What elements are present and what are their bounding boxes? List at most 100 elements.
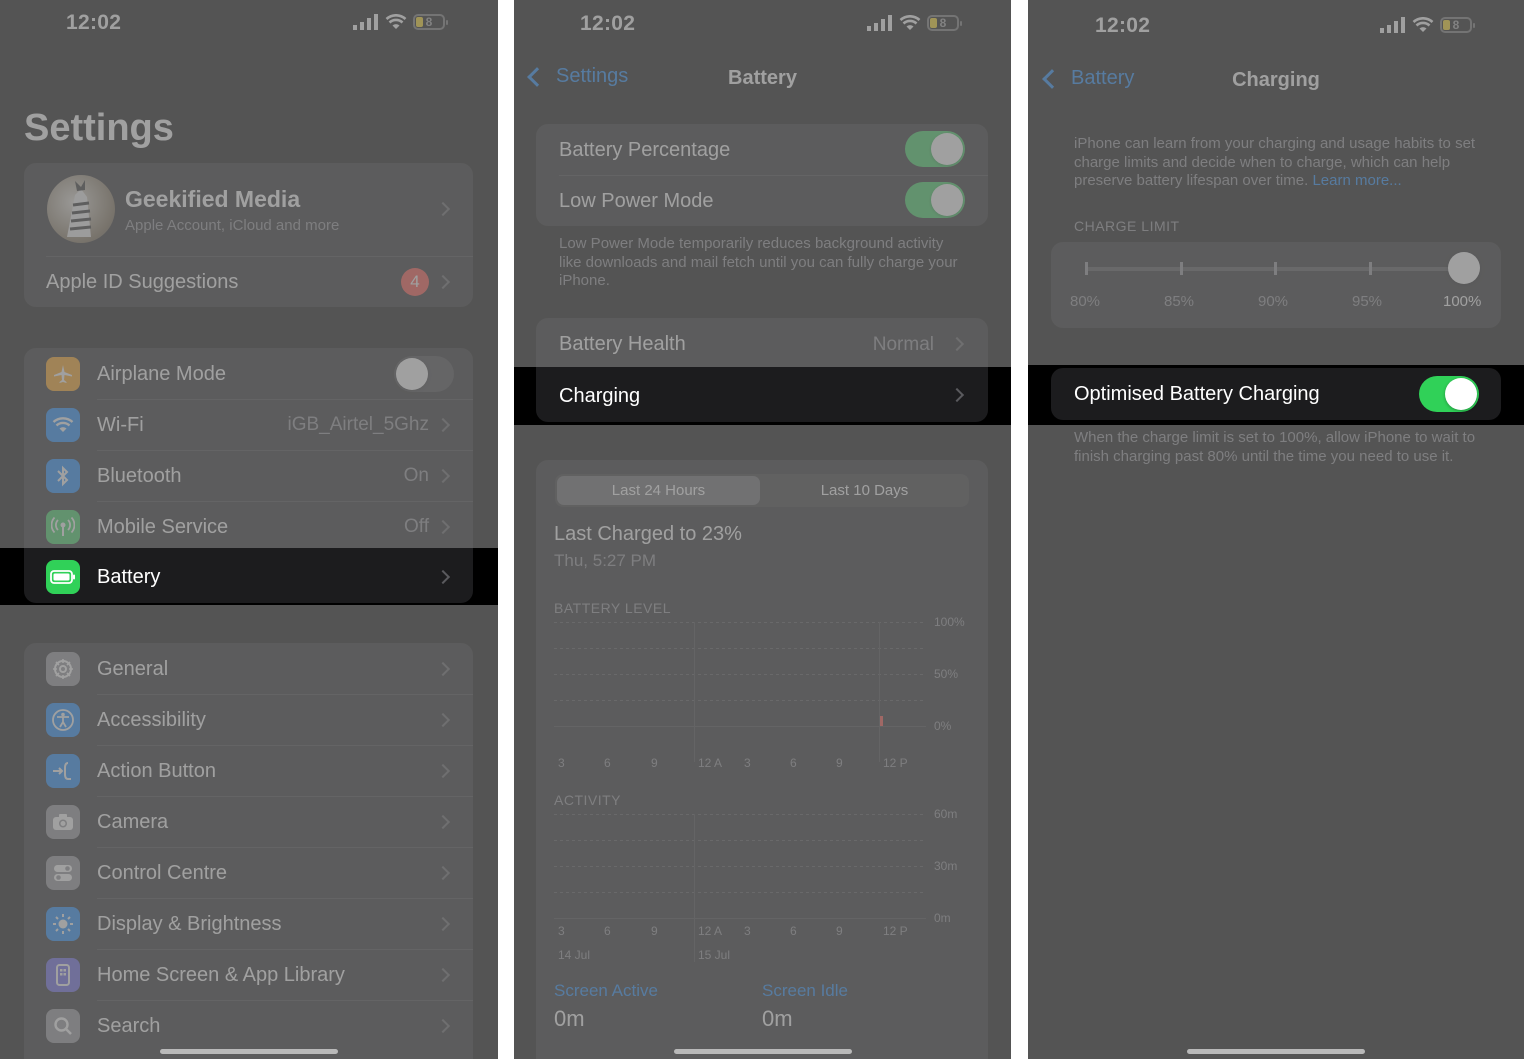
status-icons: 8 [353,14,448,30]
time-tick: 12 A [698,924,723,938]
cellular-signal-icon [353,14,378,30]
battery-percentage-row: Battery Percentage [536,124,988,175]
date-label: 15 Jul [698,948,731,962]
camera-label: Camera [97,811,169,833]
segment-last-24-hours[interactable]: Last 24 Hours [557,476,760,505]
control-centre-row[interactable]: Control Centre [24,848,473,898]
airplane-icon [46,357,80,391]
home-indicator [674,1049,852,1054]
airplane-mode-toggle[interactable] [394,356,454,392]
bluetooth-icon [46,459,80,493]
accessibility-icon [46,703,80,737]
chevron-right-icon [435,712,451,728]
airplane-mode-row[interactable]: Airplane Mode [24,348,473,399]
home-indicator [160,1049,338,1054]
chevron-right-icon [435,1018,451,1034]
wifi-label: Wi-Fi [97,414,144,436]
chevron-right-icon [435,274,451,290]
axis-label: 50% [934,667,959,681]
page-title: Settings [24,107,174,149]
gear-icon [46,652,80,686]
segment-last-10-days[interactable]: Last 10 Days [762,476,967,505]
last-charged-label: Last Charged to 23% [554,523,742,545]
battery-health-label: Battery Health [559,333,686,355]
battery-screen: 12:02 8 Settings Battery Battery Percent… [514,0,1011,1059]
charging-row[interactable]: Charging [536,367,988,422]
axis-label: 30m [934,859,958,873]
screen-active-label: Screen Active [554,981,658,1000]
home-screen-row[interactable]: Home Screen & App Library [24,950,473,1000]
optimised-charging-toggle[interactable] [1419,376,1479,412]
battery-health-row[interactable]: Battery Health Normal [536,318,988,369]
bluetooth-label: Bluetooth [97,465,182,487]
gridline [554,622,926,623]
gridline [554,840,926,841]
chevron-right-icon [435,967,451,983]
time-tick: 6 [604,756,611,770]
wifi-status-icon [385,14,407,29]
low-power-mode-toggle[interactable] [905,182,965,218]
chevron-right-icon [435,916,451,932]
axis-label: 0% [934,719,952,733]
mobile-service-label: Mobile Service [97,516,229,538]
limit-option-90: 90% [1258,293,1289,310]
zebra-avatar-icon [67,180,92,237]
screen-idle-label: Screen Idle [762,981,848,1000]
avatar [47,175,115,243]
time-tick: 6 [790,924,797,938]
profile-row[interactable]: Geekified Media Apple Account, iCloud an… [24,163,473,255]
bluetooth-row[interactable]: Bluetooth On [24,451,473,501]
charging-intro-text: iPhone can learn from your charging and … [1074,135,1476,189]
time-tick: 6 [790,756,797,770]
usage-card: Last 24 Hours Last 10 Days Last Charged … [536,460,988,1059]
charge-limit-caption: CHARGE LIMIT [1074,218,1180,234]
general-group: General Accessibility Action Button Came… [24,643,473,1059]
search-icon [46,1009,80,1043]
battery-percentage-label: Battery Percentage [559,139,731,161]
chevron-right-icon [435,814,451,830]
chevron-right-icon [435,519,451,535]
status-battery-icon: 8 [1440,17,1475,33]
time-tick: 12 P [883,924,908,938]
battery-percentage-toggle[interactable] [905,131,965,167]
time-tick: 3 [558,756,565,770]
chevron-right-icon [435,201,451,217]
low-power-note: Low Power Mode temporarily reduces backg… [559,235,958,289]
wifi-row[interactable]: Wi-Fi iGB_Airtel_5Ghz [24,400,473,450]
last-charged-time: Thu, 5:27 PM [554,551,657,570]
chevron-right-icon [435,417,451,433]
chevron-right-icon [435,661,451,677]
time-tick: 9 [651,756,658,770]
low-power-mode-row: Low Power Mode [536,176,988,226]
wifi-value: iGB_Airtel_5Ghz [287,414,429,435]
display-brightness-row[interactable]: Display & Brightness [24,899,473,949]
accessibility-row[interactable]: Accessibility [24,695,473,745]
camera-icon [46,805,80,839]
screen-idle-value: 0m [762,1006,793,1031]
notification-badge: 4 [401,268,429,296]
battery-row[interactable]: Battery [24,548,473,603]
battery-icon [46,560,80,594]
action-button-row[interactable]: Action Button [24,746,473,796]
status-time: 12:02 [66,11,122,34]
search-row[interactable]: Search [24,1001,473,1051]
learn-more-link[interactable]: Learn more... [1312,172,1401,189]
optimised-note: When the charge limit is set to 100%, al… [1074,429,1476,465]
nav-title: Battery [728,67,797,89]
profile-name: Geekified Media [125,186,301,212]
charge-limit-thumb[interactable] [1448,252,1480,284]
mobile-service-row[interactable]: Mobile Service Off [24,502,473,552]
gridline [554,648,926,649]
general-row[interactable]: General [24,643,473,694]
activity-caption: ACTIVITY [554,792,622,808]
sun-icon [46,907,80,941]
accessibility-label: Accessibility [97,709,206,731]
battery-level-bar [880,716,883,726]
limit-option-95: 95% [1352,293,1383,310]
status-battery-icon: 8 [413,14,448,30]
time-tick: 9 [651,924,658,938]
apple-id-suggestions-row[interactable]: Apple ID Suggestions 4 [24,257,473,307]
slider-tick [1274,262,1277,275]
camera-row[interactable]: Camera [24,797,473,847]
charging-intro: iPhone can learn from your charging and … [1074,135,1484,191]
